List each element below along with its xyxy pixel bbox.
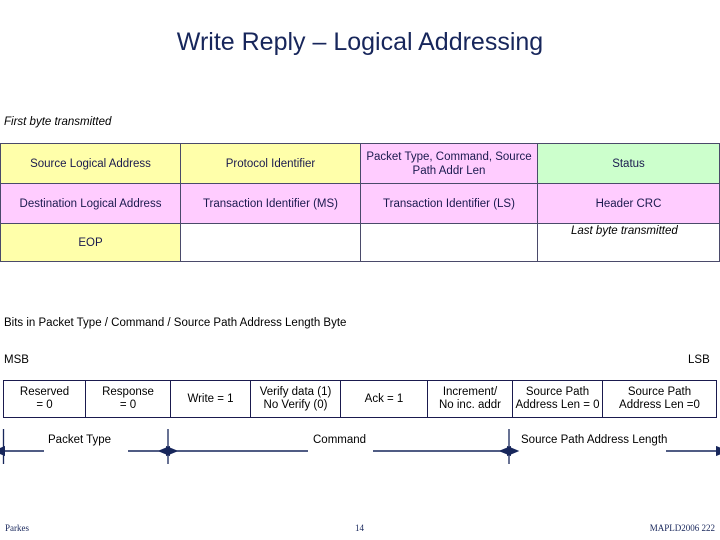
bit-cell-reserved: Reserved = 0	[3, 380, 86, 418]
packet-table-empty-cell	[360, 223, 538, 262]
packet-field-transaction-identifier-ls: Transaction Identifier (LS)	[360, 183, 538, 224]
lsb-label: LSB	[688, 354, 710, 366]
bit-cell-increment: Increment/No inc. addr	[427, 380, 513, 418]
packet-table-empty-cell	[180, 223, 361, 262]
bit-cell-ack: Ack = 1	[340, 380, 428, 418]
msb-label: MSB	[4, 354, 29, 366]
bit-cell-write: Write = 1	[170, 380, 251, 418]
packet-format-table: Source Logical Address Protocol Identifi…	[0, 143, 720, 262]
bracket-label-source-path-address-length: Source Path Address Length	[521, 434, 668, 446]
bits-section-heading: Bits in Packet Type / Command / Source P…	[4, 317, 347, 329]
packet-field-eop: EOP	[0, 223, 181, 262]
bit-cell-response: Response = 0	[85, 380, 171, 418]
bracket-label-packet-type: Packet Type	[48, 434, 112, 446]
packet-field-packet-type-command-spal: Packet Type, Command, Source Path Addr L…	[360, 143, 538, 184]
footer-conference: MAPLD2006 222	[649, 523, 715, 533]
packet-field-protocol-identifier: Protocol Identifier	[180, 143, 361, 184]
first-byte-transmitted-label: First byte transmitted	[4, 116, 112, 128]
bracket-arrows-svg	[0, 429, 720, 464]
footer-author: Parkes	[5, 523, 29, 533]
footer-page-number: 14	[355, 523, 364, 533]
bit-cell-source-path-address-len-1: Source Path Address Len = 0	[512, 380, 603, 418]
table-row: Source Logical Address Protocol Identifi…	[0, 143, 720, 184]
bit-field-table: Reserved = 0 Response = 0 Write = 1 Verify…	[3, 380, 717, 418]
last-byte-transmitted-label: Last byte transmitted	[571, 225, 678, 237]
bracket-label-command: Command	[313, 434, 367, 446]
packet-field-source-logical-address: Source Logical Address	[0, 143, 181, 184]
bit-group-bracket-diagram: Packet Type Command Source Path Address …	[0, 424, 720, 470]
page-title: Write Reply – Logical Addressing	[176, 28, 544, 56]
packet-field-header-crc: Header CRC	[537, 183, 720, 224]
packet-field-transaction-identifier-ms: Transaction Identifier (MS)	[180, 183, 361, 224]
table-row: Destination Logical Address Transaction …	[0, 183, 720, 224]
bit-cell-source-path-address-len-0: Source Path Address Len =0	[602, 380, 717, 418]
bit-cell-verify-data: Verify data (1) No Verify (0)	[250, 380, 341, 418]
table-row: Reserved = 0 Response = 0 Write = 1 Verify…	[3, 380, 717, 418]
packet-field-destination-logical-address: Destination Logical Address	[0, 183, 181, 224]
packet-field-status: Status	[537, 143, 720, 184]
